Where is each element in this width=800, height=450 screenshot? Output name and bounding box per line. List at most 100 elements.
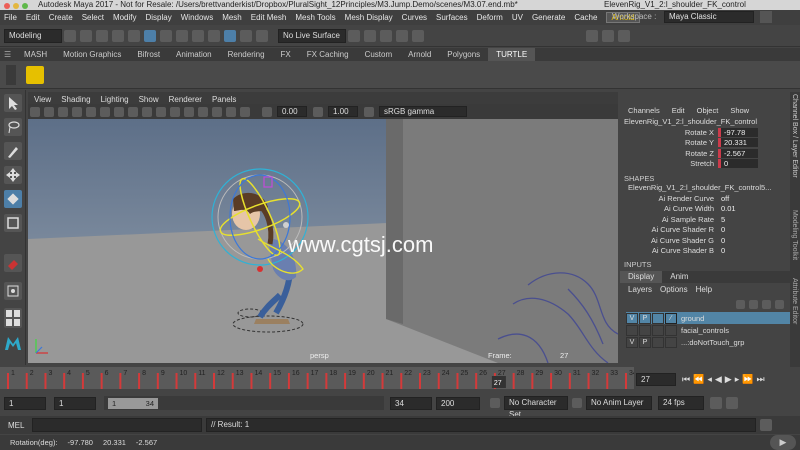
channel-value[interactable]: 0	[718, 236, 758, 245]
channel-row[interactable]: Ai Curve Shader B0	[620, 246, 790, 257]
time-slider[interactable]: 1 2 3 4 5 6 7 8 9 10 11 12 13 14 15 16 17 18 19 20 21 22 23 24 2…	[0, 367, 637, 389]
step-back-frame-icon[interactable]: ◂	[707, 374, 712, 385]
channel-value[interactable]: 0	[718, 246, 758, 255]
toggle-channel-box-icon[interactable]	[618, 29, 630, 42]
shelf-tab-fx[interactable]: FX	[273, 48, 299, 61]
channel-label[interactable]: Stretch	[620, 159, 718, 168]
keyframe-tick[interactable]	[419, 373, 421, 389]
layer-row[interactable]: V P ...:doNotTouch_grp	[626, 336, 790, 348]
shelf-drag-handle[interactable]	[6, 64, 16, 85]
channel-menu-show[interactable]: Show	[730, 106, 749, 115]
keyframe-tick[interactable]	[437, 373, 440, 389]
wireframe-icon[interactable]	[142, 106, 152, 117]
step-forward-key-icon[interactable]: ⏩	[742, 374, 753, 385]
channel-label[interactable]: Ai Curve Width	[620, 204, 718, 213]
play-backward-icon[interactable]: ◀	[715, 374, 722, 385]
play-forward-icon[interactable]: ▶	[725, 374, 732, 385]
auto-key-icon[interactable]	[710, 397, 722, 409]
channel-row[interactable]: Rotate Y 20.331	[620, 138, 790, 149]
keyframe-tick[interactable]	[587, 373, 590, 389]
hypershade-icon[interactable]	[396, 29, 408, 42]
render-settings-icon[interactable]	[380, 29, 392, 42]
scale-tool-icon[interactable]	[4, 214, 22, 232]
shelf-tab-animation[interactable]: Animation	[168, 48, 220, 61]
viewport-menu-view[interactable]: View	[34, 95, 51, 104]
layer-type-toggle[interactable]	[652, 336, 664, 348]
maximize-window-button[interactable]	[22, 3, 28, 9]
range-slider[interactable]: 1 34	[104, 396, 384, 410]
shelf-tab-custom[interactable]: Custom	[357, 48, 401, 61]
gamma-field[interactable]: 1.00	[328, 106, 358, 117]
layer-tab-anim[interactable]: Anim	[662, 271, 696, 283]
paint-select-tool-icon[interactable]	[4, 142, 22, 160]
channel-value[interactable]: 0	[718, 225, 758, 234]
keyframe-tick[interactable]	[156, 373, 159, 389]
new-layer-selected-icon[interactable]	[775, 299, 784, 309]
channel-value[interactable]: 0	[718, 159, 758, 169]
menu-item-generate[interactable]: Generate	[532, 13, 565, 22]
channel-value[interactable]: -97.78	[718, 127, 758, 137]
layer-playback-toggle[interactable]: P	[639, 336, 651, 348]
gate-mask-icon[interactable]	[128, 106, 138, 117]
ambient-occlusion-icon[interactable]	[212, 106, 222, 117]
menu-item-edit-mesh[interactable]: Edit Mesh	[251, 13, 287, 22]
keyframe-tick[interactable]	[606, 373, 609, 389]
textured-icon[interactable]	[170, 106, 180, 117]
undo-icon[interactable]	[112, 29, 124, 42]
animation-preferences-icon[interactable]	[726, 397, 738, 409]
camera-select-icon[interactable]	[30, 106, 40, 117]
menu-item-file[interactable]: File	[4, 13, 17, 22]
keyframe-tick[interactable]	[138, 373, 141, 389]
character-set-dropdown[interactable]: No Character Set	[504, 396, 568, 419]
grid-toggle-icon[interactable]	[86, 106, 96, 117]
keyframe-tick[interactable]	[550, 373, 553, 389]
workspace-dropdown[interactable]: Maya Classic	[664, 11, 754, 23]
keyframe-tick[interactable]	[325, 373, 328, 389]
snap-curve-icon[interactable]	[208, 29, 220, 42]
layer-color-swatch[interactable]: ⁄	[665, 312, 677, 324]
channel-row[interactable]: Ai Sample Rate 5	[620, 214, 790, 225]
open-scene-icon[interactable]	[80, 29, 92, 42]
keyframe-tick[interactable]	[119, 373, 122, 389]
current-frame-field[interactable]: 27	[636, 372, 676, 386]
keyframe-tick[interactable]	[25, 373, 28, 389]
keyframe-tick[interactable]	[250, 373, 253, 389]
menu-item-display[interactable]: Display	[146, 13, 172, 22]
keyframe-tick[interactable]	[400, 373, 403, 389]
keyframe-tick[interactable]	[456, 373, 459, 389]
image-plane-icon[interactable]	[72, 106, 82, 117]
channel-label[interactable]: Ai Curve Shader R	[620, 225, 718, 234]
layer-color-swatch[interactable]	[665, 336, 677, 348]
step-back-key-icon[interactable]: ⏪	[693, 374, 704, 385]
close-window-button[interactable]	[4, 3, 10, 9]
keyframe-tick[interactable]	[100, 373, 103, 389]
shelf-tab-bifrost[interactable]: Bifrost	[129, 48, 168, 61]
channel-label[interactable]: Rotate Y	[620, 138, 718, 147]
viewport-menu-panels[interactable]: Panels	[212, 95, 236, 104]
snap-plane-icon[interactable]	[240, 29, 252, 42]
keyframe-tick[interactable]	[269, 373, 272, 389]
channel-row[interactable]: Rotate X -97.78	[620, 127, 790, 138]
last-tool-icon[interactable]	[4, 254, 22, 272]
workspace-lock-icon[interactable]	[760, 11, 772, 23]
layout-quick-icon[interactable]	[4, 308, 22, 328]
keyframe-tick[interactable]	[531, 373, 534, 389]
layer-color-swatch[interactable]	[665, 324, 677, 336]
channel-label[interactable]: Rotate X	[620, 128, 718, 137]
shelf-tab-polygons[interactable]: Polygons	[439, 48, 488, 61]
keyframe-tick[interactable]	[287, 373, 290, 389]
layer-playback-toggle[interactable]	[639, 324, 651, 336]
menu-item-deform[interactable]: Deform	[477, 13, 503, 22]
channel-menu-edit[interactable]: Edit	[672, 106, 685, 115]
channel-label[interactable]: Ai Curve Shader G	[620, 236, 718, 245]
menu-item-mesh-display[interactable]: Mesh Display	[345, 13, 393, 22]
channel-row[interactable]: Ai Curve Shader R0	[620, 225, 790, 236]
channel-row[interactable]: Ai Curve Shader G0	[620, 235, 790, 246]
script-language-toggle[interactable]: MEL	[8, 421, 32, 430]
toggle-attribute-editor-icon[interactable]	[586, 29, 598, 42]
camera-attributes-icon[interactable]	[44, 106, 54, 117]
shelf-menu-icon[interactable]: ☰	[0, 48, 16, 61]
xray-icon[interactable]	[240, 106, 250, 117]
viewport-menu-lighting[interactable]: Lighting	[101, 95, 129, 104]
ipr-render-icon[interactable]	[364, 29, 376, 42]
